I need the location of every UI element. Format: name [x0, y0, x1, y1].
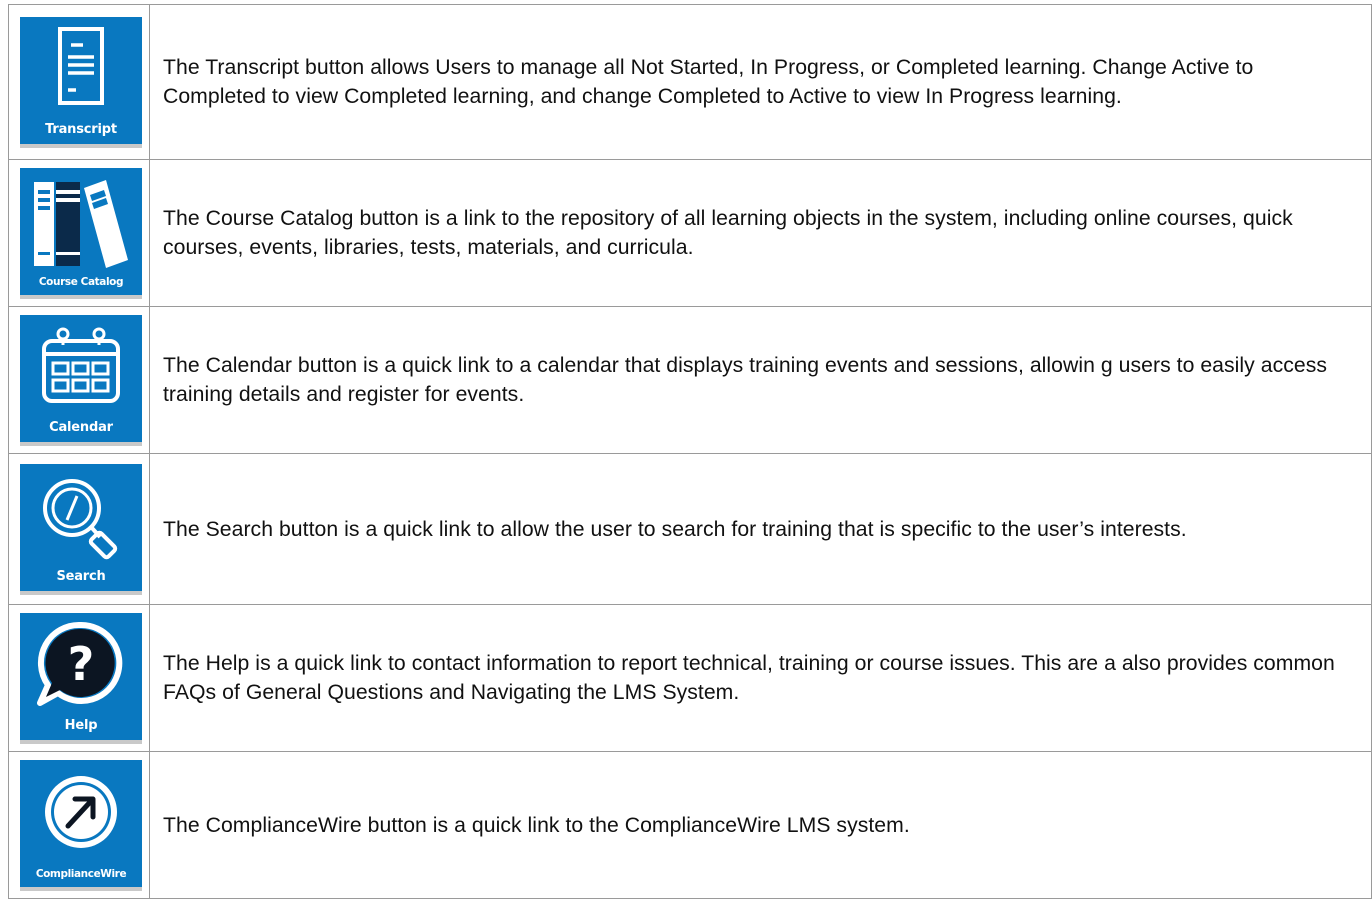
icon-cell: ComplianceWire — [8, 751, 150, 899]
icon-cell: Course Catalog — [8, 159, 150, 307]
tile-label: Course Catalog — [38, 276, 124, 288]
tile-label: Transcript — [45, 122, 117, 137]
tile-label: Search — [56, 569, 106, 584]
description-text: The Course Catalog button is a link to t… — [149, 159, 1372, 307]
description-text: The Calendar button is a quick link to a… — [149, 306, 1372, 454]
tile-label: ComplianceWire — [35, 868, 127, 880]
description-text: The Search button is a quick link to all… — [149, 453, 1372, 605]
icon-cell: ? Help — [8, 604, 150, 752]
icon-cell: Transcript — [8, 4, 150, 160]
guide-row-transcript: Transcript The Transcript button allows … — [8, 4, 1372, 160]
guide-row-compliancewire: ComplianceWire The ComplianceWire button… — [8, 751, 1372, 899]
compliancewire-button[interactable]: ComplianceWire — [20, 760, 142, 891]
calendar-button[interactable]: Calendar — [20, 315, 142, 446]
transcript-button[interactable]: Transcript — [20, 17, 142, 148]
search-button[interactable]: Search — [20, 464, 142, 595]
guide-row-calendar: Calendar The Calendar button is a quick … — [8, 306, 1372, 454]
icon-cell: Calendar — [8, 306, 150, 454]
quick-links-guide-table: Transcript The Transcript button allows … — [8, 4, 1372, 899]
description-text: The Transcript button allows Users to ma… — [149, 4, 1372, 160]
tile-label: Help — [64, 718, 98, 733]
course-catalog-button[interactable]: Course Catalog — [20, 168, 142, 299]
description-text: The Help is a quick link to contact info… — [149, 604, 1372, 752]
icon-cell: Search — [8, 453, 150, 605]
help-button[interactable]: ? Help — [20, 613, 142, 744]
tile-label: Calendar — [49, 420, 113, 435]
description-text: The ComplianceWire button is a quick lin… — [149, 751, 1372, 899]
guide-row-search: Search The Search button is a quick link… — [8, 453, 1372, 605]
svg-text:?: ? — [68, 637, 95, 691]
guide-row-help: ? Help The Help is a quick link to conta… — [8, 604, 1372, 752]
guide-row-course-catalog: Course Catalog The Course Catalog button… — [8, 159, 1372, 307]
